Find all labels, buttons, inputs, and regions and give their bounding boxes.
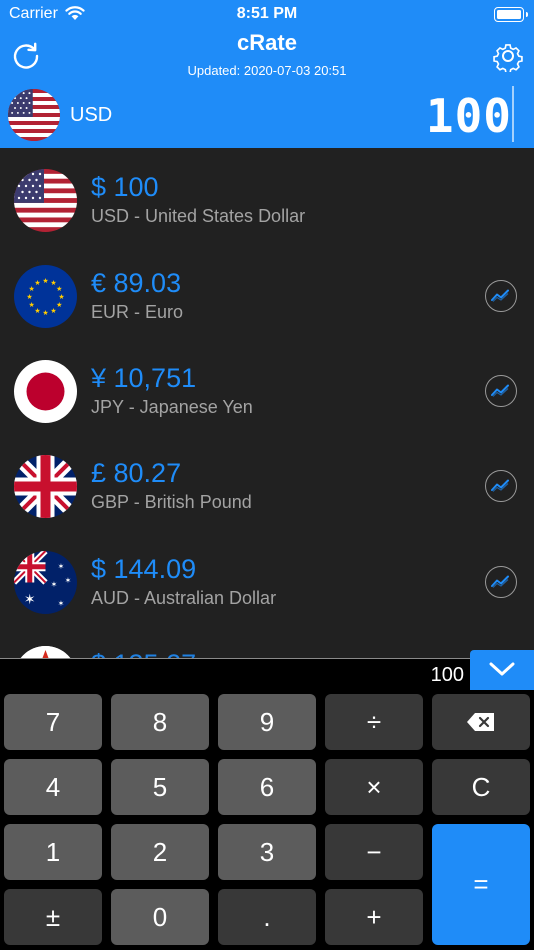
key-equals[interactable]: = — [432, 824, 530, 945]
key-5[interactable]: 5 — [111, 759, 209, 815]
key-plus-minus[interactable]: ± — [4, 889, 102, 945]
key-plus[interactable]: + — [325, 889, 423, 945]
eu-flag-icon: ★ ★ ★ ★ ★ ★ ★ ★ ★ ★ ★ ★ — [14, 265, 77, 328]
key-decimal[interactable]: . — [218, 889, 316, 945]
key-0[interactable]: 0 — [111, 889, 209, 945]
expression-display: 100 — [430, 664, 464, 686]
currency-row-jpy[interactable]: ¥ 10,751 JPY - Japanese Yen — [0, 339, 534, 435]
app-title: cRate — [237, 30, 297, 55]
key-backspace[interactable] — [432, 694, 530, 750]
svg-text:✶: ✶ — [65, 576, 72, 585]
currency-amount: $ 100 — [91, 172, 159, 202]
text-cursor — [512, 86, 514, 142]
currency-amount: £ 80.27 — [91, 458, 182, 488]
svg-text:✶: ✶ — [24, 592, 36, 608]
key-1[interactable]: 1 — [4, 824, 102, 880]
trend-chart-icon — [491, 289, 509, 302]
currency-row-partial[interactable]: $ 135.27 — [0, 625, 534, 658]
settings-button[interactable] — [492, 40, 524, 74]
currency-row-usd[interactable]: $ 100 USD - United States Dollar — [0, 148, 534, 244]
updated-timestamp: Updated: 2020-07-03 20:51 — [187, 63, 347, 78]
key-2[interactable]: 2 — [111, 824, 209, 880]
chevron-down-icon — [489, 662, 515, 676]
svg-text:★: ★ — [56, 301, 62, 309]
trend-chart-button[interactable] — [485, 375, 517, 407]
svg-text:★: ★ — [34, 279, 40, 287]
key-7[interactable]: 7 — [4, 694, 102, 750]
trend-chart-icon — [491, 384, 509, 397]
svg-text:✶: ✶ — [58, 562, 65, 571]
key-minus[interactable]: − — [325, 824, 423, 880]
calculator-keypad: 7 8 9 ÷ 4 5 6 × C 1 2 3 − = ± 0 . + — [0, 690, 534, 950]
status-bar: Carrier 8:51 PM — [0, 0, 534, 28]
currency-name: AUD - Australian Dollar — [91, 588, 277, 608]
svg-text:★: ★ — [42, 277, 48, 285]
key-divide[interactable]: ÷ — [325, 694, 423, 750]
gear-icon — [493, 44, 523, 74]
currency-name: USD - United States Dollar — [91, 206, 306, 226]
au-flag-icon: ✶ ✶ ✶ ✶ ✶ — [14, 551, 77, 614]
expression-bar: 100 — [0, 659, 534, 690]
key-clear[interactable]: C — [432, 759, 530, 815]
key-3[interactable]: 3 — [218, 824, 316, 880]
key-6[interactable]: 6 — [218, 759, 316, 815]
currency-row-aud[interactable]: ✶ ✶ ✶ ✶ ✶ $ 144.09 AUD - Australian Doll… — [0, 530, 534, 626]
currency-row-gbp[interactable]: £ 80.27 GBP - British Pound — [0, 434, 534, 530]
svg-text:★: ★ — [42, 309, 48, 317]
us-flag-icon — [8, 89, 60, 141]
key-9[interactable]: 9 — [218, 694, 316, 750]
flag-icon — [14, 646, 77, 658]
currency-amount: $ 144.09 — [91, 554, 197, 584]
battery-icon — [494, 7, 528, 22]
trend-chart-icon — [491, 575, 509, 588]
header: cRate Updated: 2020-07-03 20:51 USD 100 — [0, 28, 534, 148]
trend-chart-button[interactable] — [485, 566, 517, 598]
trend-chart-button[interactable] — [485, 470, 517, 502]
svg-text:★: ★ — [56, 285, 62, 293]
us-flag-icon — [14, 169, 77, 232]
currency-name: EUR - Euro — [91, 302, 184, 322]
base-amount-display[interactable]: 100 — [426, 90, 512, 142]
trend-chart-icon — [491, 479, 509, 492]
currency-amount: € 89.03 — [91, 268, 182, 298]
base-currency-flag[interactable] — [8, 89, 60, 141]
svg-text:✶: ✶ — [58, 599, 65, 608]
trend-chart-button[interactable] — [485, 280, 517, 312]
currency-list[interactable]: $ 100 USD - United States Dollar ★ ★ ★ ★ ★ ★… — [0, 148, 534, 658]
currency-name: GBP - British Pound — [91, 492, 252, 512]
svg-text:★: ★ — [58, 293, 64, 301]
gb-flag-icon — [14, 455, 77, 518]
hide-keypad-button[interactable] — [470, 650, 534, 690]
svg-text:★: ★ — [29, 301, 35, 309]
currency-row-eur[interactable]: ★ ★ ★ ★ ★ ★ ★ ★ ★ ★ ★ ★ € 89.03 EUR - Euro — [0, 244, 534, 340]
key-4[interactable]: 4 — [4, 759, 102, 815]
key-8[interactable]: 8 — [111, 694, 209, 750]
jp-flag-icon — [14, 360, 77, 423]
svg-text:✶: ✶ — [51, 580, 58, 589]
key-multiply[interactable]: × — [325, 759, 423, 815]
base-currency-code[interactable]: USD — [70, 104, 112, 127]
currency-amount: ¥ 10,751 — [91, 363, 197, 393]
backspace-icon — [467, 713, 494, 731]
svg-text:★: ★ — [50, 307, 56, 315]
currency-name: JPY - Japanese Yen — [91, 397, 253, 417]
svg-text:★: ★ — [34, 307, 40, 315]
currency-amount-partial: $ 135.27 — [91, 649, 196, 658]
svg-text:★: ★ — [26, 293, 32, 301]
status-time: 8:51 PM — [236, 5, 298, 22]
